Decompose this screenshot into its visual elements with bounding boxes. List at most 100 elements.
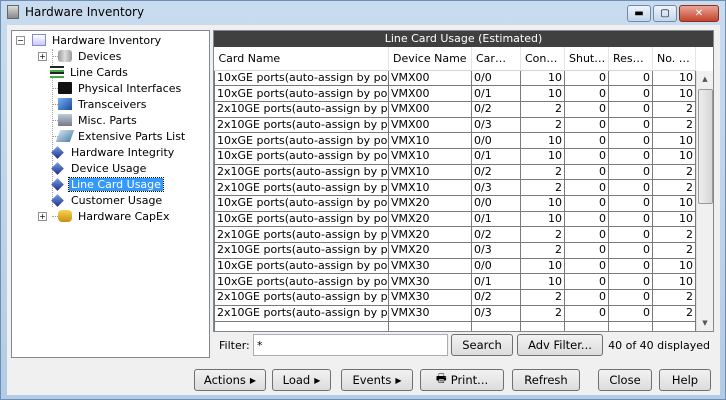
table-cell: 2x10GE ports(auto-assign by port) [214,163,389,181]
table-row[interactable]: 10xGE ports(auto-assign by port) VMX30 0/0… [214,257,696,275]
column-header[interactable]: Shut… [564,47,609,71]
submenu-arrow-icon: ▶ [395,375,402,385]
filter-label: Filter: [219,339,250,352]
column-header[interactable]: No. … [652,47,696,71]
table-cell: VMX30 [388,289,472,306]
tree-item-label: Customer Usage [71,193,163,207]
table-cell: VMX20 [388,195,472,212]
tree-item-label: Line Cards [70,65,128,79]
table-cell: 0/2 [471,100,521,118]
tree-item-line-card-usage[interactable]: Line Card Usage [50,176,164,192]
table-cell: 0/0 [471,195,521,212]
inventory-icon [32,34,46,46]
tree-item-misc-parts[interactable]: Misc. Parts [58,112,139,128]
table-row[interactable]: 2x10GE ports(auto-assign by port) VMX30 0/… [214,289,696,306]
tree-item-hardware-capex[interactable]: Hardware CapEx [58,208,171,224]
collapse-toggle[interactable]: − [16,36,25,45]
vertical-scrollbar[interactable]: ▲ ▼ [696,71,713,331]
table-row[interactable]: 2x10GE ports(auto-assign by port) VMX10 0/… [214,179,696,196]
table-cell: VMX10 [388,147,472,165]
table-cell: 0/0 [471,257,521,275]
tree-item-label: Hardware Integrity [71,145,175,159]
table-row[interactable]: 10xGE ports(auto-assign by port) VMX20 0/1… [214,210,696,228]
adv-filter-button[interactable]: Adv Filter... [517,334,603,356]
tree-item-customer-usage[interactable]: Customer Usage [50,192,164,208]
scroll-down-button[interactable]: ▼ [697,315,713,331]
database-icon [58,50,72,62]
table-row[interactable]: 10xGE ports(auto-assign by port) VMX10 0/1… [214,147,696,165]
events-button[interactable]: Events ▶ [341,369,413,391]
table-cell [652,320,696,331]
actions-button[interactable]: Actions ▶ [194,369,266,391]
table-cell: 0 [564,257,609,275]
search-button[interactable]: Search [451,334,513,356]
table-row[interactable]: 10xGE ports(auto-assign by port) VMX30 0/1… [214,273,696,291]
table-row[interactable]: 2x10GE ports(auto-assign by port) VMX20 0/… [214,226,696,244]
table-row[interactable]: 2x10GE ports(auto-assign by port) VMX20 0/… [214,242,696,259]
tree-root[interactable]: Hardware Inventory [32,32,163,48]
table-cell: 2x10GE ports(auto-assign by port) [214,304,389,322]
minimize-button[interactable]: ▬ [627,5,651,22]
tree-item-devices[interactable]: Devices [58,48,123,64]
table-cell: VMX00 [388,100,472,118]
table-cell: 0/1 [471,273,521,291]
table-cell: 10 [520,147,565,165]
load-button[interactable]: Load ▶ [272,369,331,391]
table-cell: 0 [564,116,609,134]
table-cell [520,320,565,331]
tree-item-line-cards[interactable]: Line Cards [50,64,130,80]
filter-input[interactable] [253,334,448,356]
table-cell: 10 [520,195,565,212]
print-button[interactable]: 🖶 Print... [420,369,504,391]
tree-item-transceivers[interactable]: Transceivers [58,96,148,112]
close-button[interactable]: Close [598,369,652,391]
column-header[interactable]: Device Name [388,47,472,71]
table-cell: 10xGE ports(auto-assign by port) [214,210,389,228]
tree-item-label: Device Usage [71,161,147,175]
window-title: Hardware Inventory [25,5,145,19]
table-row[interactable]: 10xGE ports(auto-assign by port) VMX00 0/0… [214,69,696,87]
help-button[interactable]: Help [659,369,711,391]
submenu-arrow-icon: ▶ [249,375,257,385]
scroll-up-button[interactable]: ▲ [697,71,713,88]
table-cell: 10 [652,195,696,212]
table-cell: VMX00 [388,85,472,102]
tree-item-physical-interfaces[interactable]: Physical Interfaces [58,80,183,96]
expand-toggle[interactable]: + [38,212,47,221]
table-cell: 0 [564,100,609,118]
close-window-button[interactable]: ✕ [679,5,719,22]
table-row[interactable]: 2x10GE ports(auto-assign by port) VMX00 0/… [214,116,696,134]
table-cell: 0/3 [471,304,521,322]
table-cell: 10xGE ports(auto-assign by port) [214,85,389,102]
column-header[interactable]: Card Name [214,47,389,71]
table-cell: VMX20 [388,242,472,259]
table-cell: 0 [564,210,609,228]
scroll-thumb[interactable] [698,89,713,204]
tree-item-hardware-integrity[interactable]: Hardware Integrity [50,144,176,160]
table-cell: VMX10 [388,163,472,181]
column-header[interactable]: Res… [608,47,653,71]
table-row[interactable]: 10xGE ports(auto-assign by port) VMX20 0/0… [214,195,696,212]
row-count: 40 of 40 displayed [608,339,710,352]
load-label: Load [282,373,311,387]
table-row[interactable]: 2x10GE ports(auto-assign by port) VMX30 0/… [214,304,696,322]
table-cell: 0 [564,163,609,181]
column-header[interactable]: Con… [520,47,565,71]
table-cell: 0 [608,100,653,118]
table-row[interactable]: 2x10GE ports(auto-assign by port) VMX10 0/… [214,163,696,181]
tree-item-device-usage[interactable]: Device Usage [50,160,148,176]
table-row[interactable]: 10xGE ports(auto-assign by port) VMX10 0/0… [214,132,696,149]
table-cell: 2 [652,226,696,244]
table-cell: 2 [520,163,565,181]
tree-item-label: Line Card Usage [68,176,164,192]
tree-item-extensive-parts-list[interactable]: Extensive Parts List [55,128,187,144]
table-row[interactable]: 10xGE ports(auto-assign by port) VMX00 0/1… [214,85,696,102]
expand-toggle[interactable]: + [38,52,47,61]
table-cell: 0/3 [471,242,521,259]
column-header[interactable]: Car… [471,47,521,71]
table-cell: 2 [652,289,696,306]
table-row-partial[interactable] [214,320,696,331]
table-row[interactable]: 2x10GE ports(auto-assign by port) VMX00 0/… [214,100,696,118]
refresh-button[interactable]: Refresh [512,369,580,391]
maximize-button[interactable]: ▢ [653,5,677,22]
